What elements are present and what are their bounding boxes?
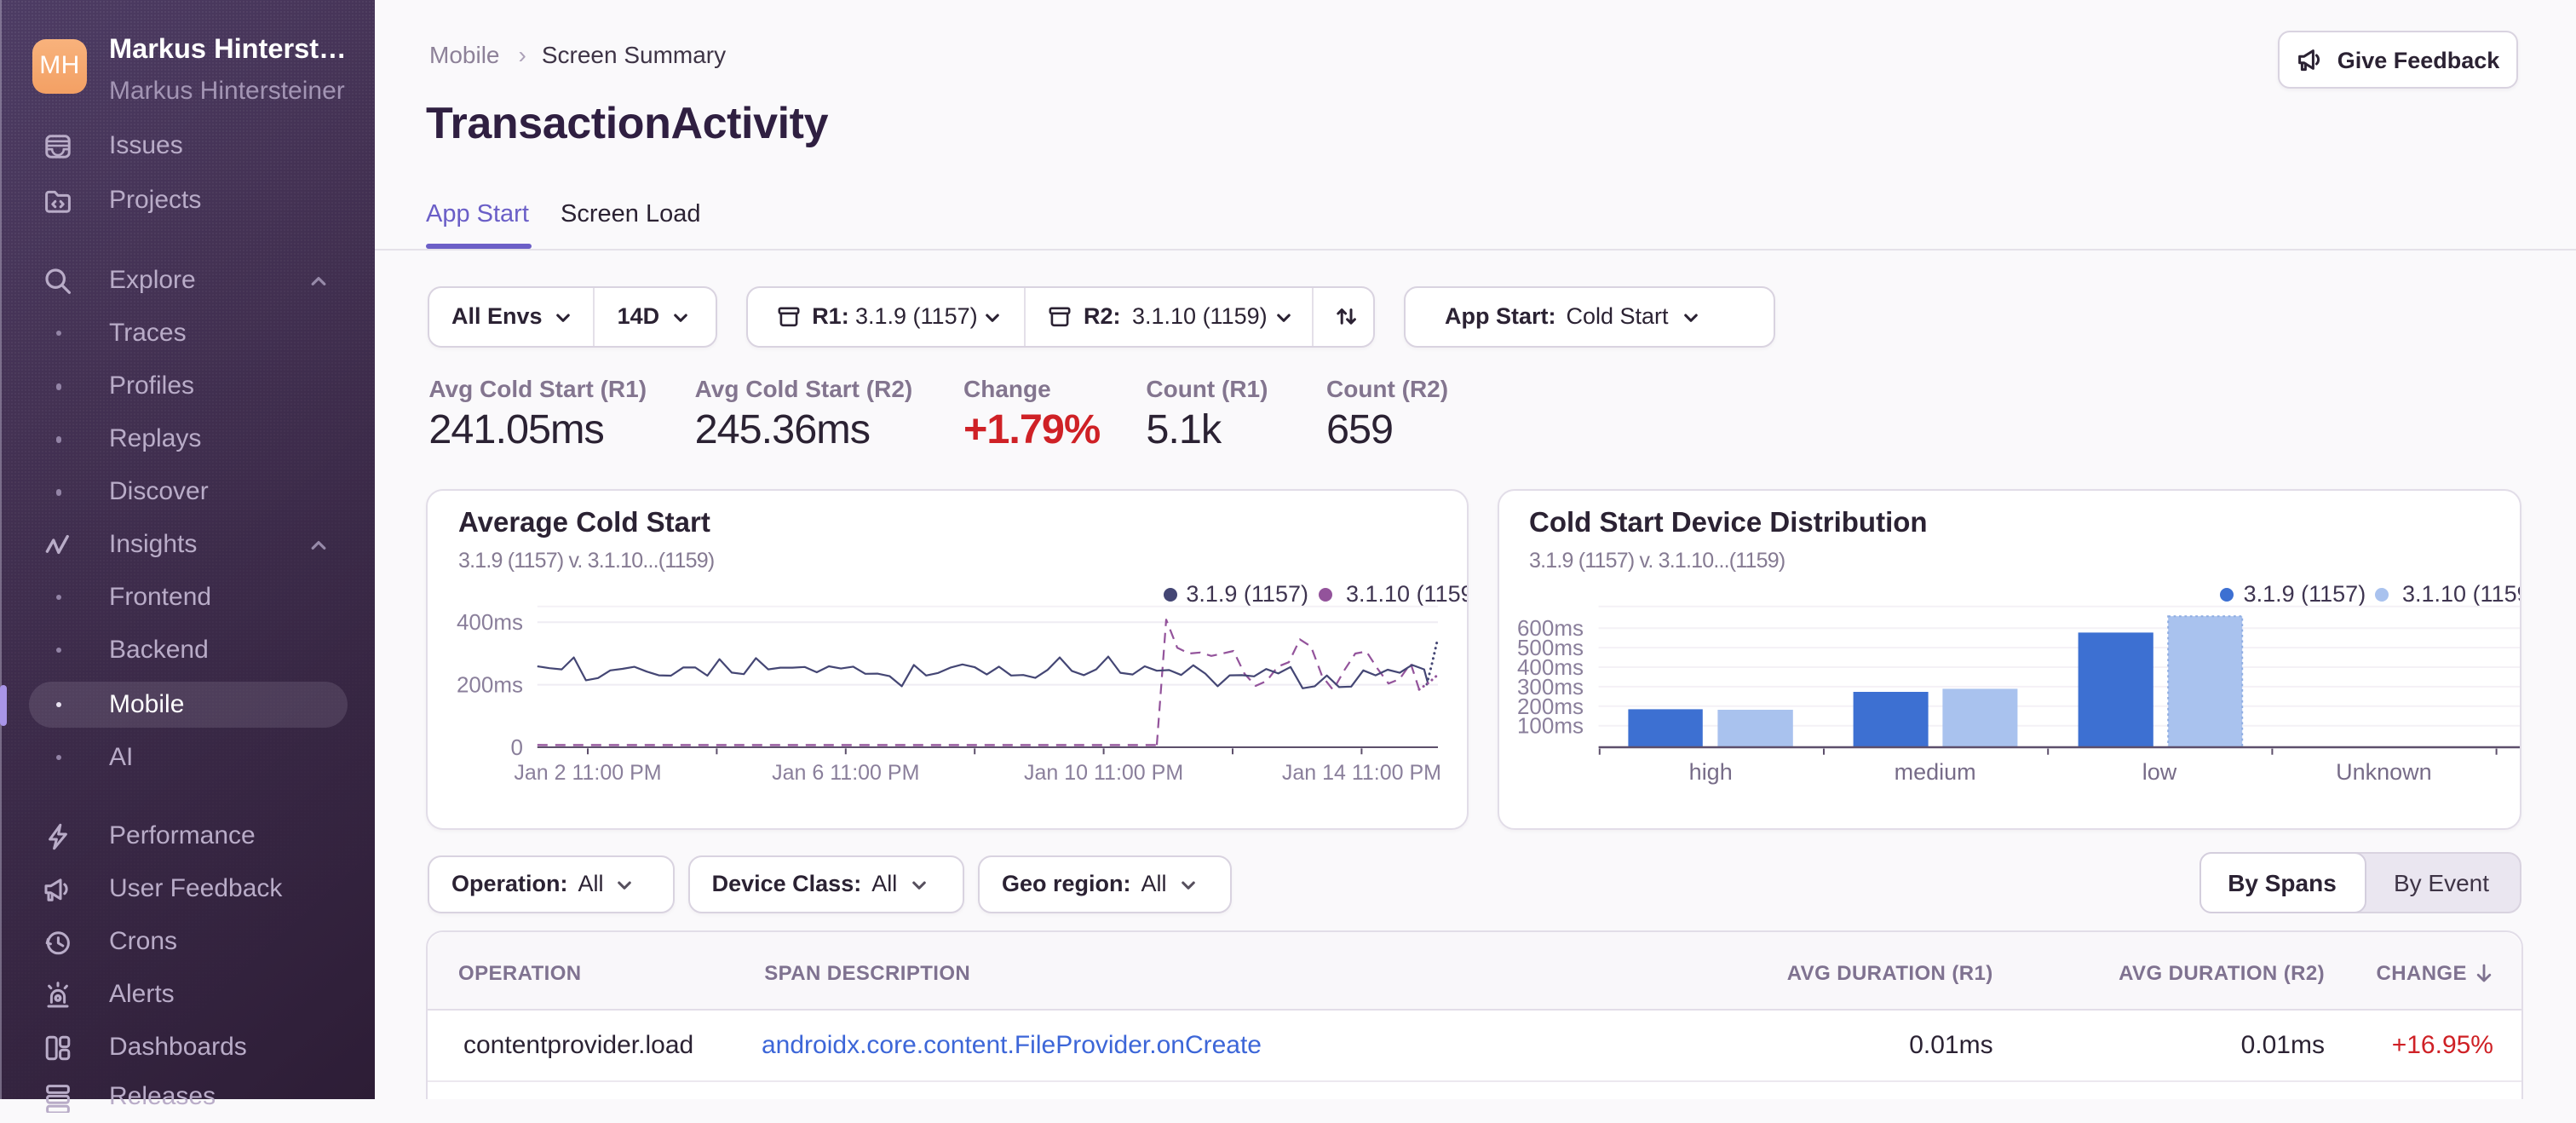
svg-text:200ms: 200ms xyxy=(457,672,523,698)
svg-text:Jan 14 11:00 PM: Jan 14 11:00 PM xyxy=(1282,761,1441,785)
svg-text:Unknown: Unknown xyxy=(2335,759,2431,785)
svg-text:0: 0 xyxy=(511,734,523,760)
svg-text:Jan 2 11:00 PM: Jan 2 11:00 PM xyxy=(514,761,661,785)
svg-text:Jan 10 11:00 PM: Jan 10 11:00 PM xyxy=(1024,761,1183,785)
svg-text:high: high xyxy=(1688,759,1732,785)
svg-text:medium: medium xyxy=(1894,759,1975,785)
svg-text:Jan 6 11:00 PM: Jan 6 11:00 PM xyxy=(772,761,919,785)
svg-text:100ms: 100ms xyxy=(1516,713,1583,739)
svg-text:low: low xyxy=(2142,759,2176,785)
svg-text:400ms: 400ms xyxy=(457,609,523,635)
